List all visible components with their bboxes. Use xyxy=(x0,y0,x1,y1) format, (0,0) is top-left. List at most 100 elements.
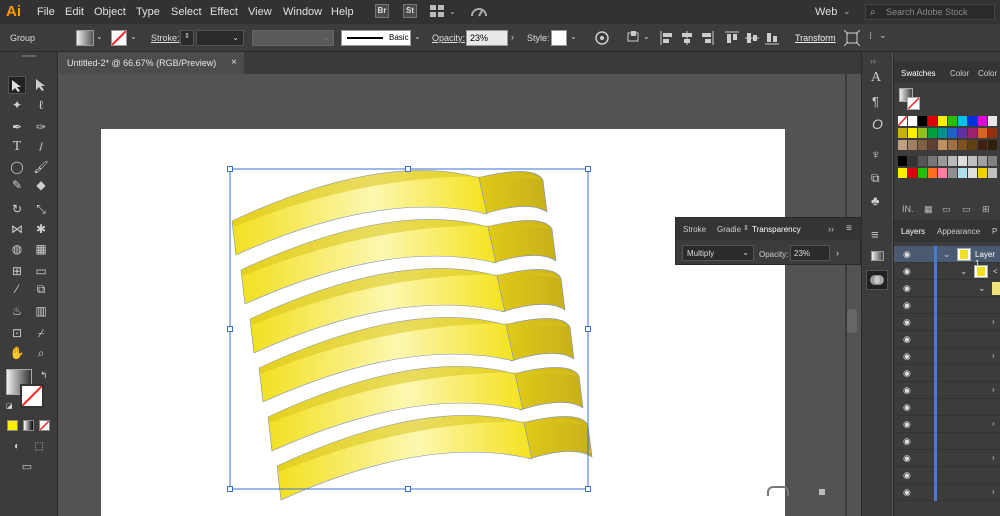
layer-row[interactable]: ◉ › xyxy=(894,314,1000,331)
screen-mode-icon[interactable]: ▭ xyxy=(18,458,36,476)
chevron-down-icon[interactable]: ⌄ xyxy=(978,283,986,294)
tab-options-icon[interactable]: ⇕ xyxy=(743,224,749,232)
transparency-panel-icon[interactable] xyxy=(866,270,888,290)
layer-row[interactable]: ◉ xyxy=(894,433,1000,450)
visibility-eye-icon[interactable]: ◉ xyxy=(903,351,911,362)
layer-row[interactable]: ◉ xyxy=(894,365,1000,382)
layer-row[interactable]: ◉ xyxy=(894,467,1000,484)
ellipse-tool-icon[interactable]: ◯ xyxy=(8,158,26,176)
zoom-tool-icon[interactable]: ⌕ xyxy=(32,344,50,362)
line-segment-tool-icon[interactable]: / xyxy=(32,138,50,156)
align-horizontal-center-icon[interactable] xyxy=(680,31,694,48)
align-vertical-center-icon[interactable] xyxy=(745,31,759,48)
shaper-tool-icon[interactable]: ✎ xyxy=(8,176,26,194)
swatch[interactable] xyxy=(978,116,987,126)
gpu-performance-icon[interactable] xyxy=(470,4,488,23)
visibility-eye-icon[interactable]: ◉ xyxy=(903,470,911,481)
default-fill-stroke-icon[interactable]: ◪ xyxy=(6,402,13,410)
tab-stroke[interactable]: Stroke xyxy=(683,225,706,234)
eyedropper-tool-icon[interactable]: ⁄ xyxy=(8,280,26,298)
swatch[interactable] xyxy=(898,156,907,166)
recolor-artwork-icon[interactable] xyxy=(594,30,610,49)
magic-wand-tool-icon[interactable]: ✦ xyxy=(8,96,26,114)
column-graph-tool-icon[interactable]: ▥ xyxy=(32,302,50,320)
tab-swatches[interactable]: Swatches xyxy=(901,69,936,78)
canvas-area[interactable] xyxy=(59,74,857,516)
swatch[interactable] xyxy=(948,168,957,178)
stock-icon[interactable]: St xyxy=(403,4,417,18)
swatch[interactable] xyxy=(918,116,927,126)
swatch[interactable] xyxy=(928,156,937,166)
layer-row[interactable]: ◉ › xyxy=(894,484,1000,501)
paragraph-panel-icon[interactable]: ¶ xyxy=(872,94,879,109)
menu-type[interactable]: Type xyxy=(136,6,160,18)
swatch[interactable] xyxy=(938,140,947,150)
chevron-right-icon[interactable]: › xyxy=(992,317,995,326)
swatch[interactable] xyxy=(948,128,957,138)
swatch[interactable] xyxy=(898,168,907,178)
chevron-down-icon[interactable]: ⌄ xyxy=(943,249,951,260)
paintbrush-tool-icon[interactable]: 🖌 xyxy=(32,158,50,176)
layer-row[interactable]: ◉ › xyxy=(894,450,1000,467)
layer-row[interactable]: ◉ › xyxy=(894,416,1000,433)
direct-selection-tool-icon[interactable] xyxy=(32,76,50,94)
visibility-eye-icon[interactable]: ◉ xyxy=(903,453,911,464)
align-to-icon[interactable] xyxy=(627,30,641,47)
close-tab-icon[interactable]: × xyxy=(231,57,237,68)
align-top-icon[interactable] xyxy=(725,31,739,48)
visibility-eye-icon[interactable]: ◉ xyxy=(903,385,911,396)
swatch[interactable] xyxy=(908,116,917,126)
swatches-stroke-box[interactable] xyxy=(907,97,920,110)
control-bar-menu-icon[interactable]: ⁝ xyxy=(869,31,872,42)
menu-help[interactable]: Help xyxy=(331,6,354,18)
swatch[interactable] xyxy=(908,168,917,178)
visibility-eye-icon[interactable]: ◉ xyxy=(903,283,911,294)
none-mode-icon[interactable] xyxy=(39,420,50,431)
width-tool-icon[interactable]: ⋈ xyxy=(8,220,26,238)
workspace-switcher[interactable]: Web xyxy=(815,6,837,18)
swatch[interactable] xyxy=(978,140,987,150)
swap-fill-stroke-icon[interactable]: ↰ xyxy=(40,370,48,381)
layer-row[interactable]: ◉ ⌄ xyxy=(894,280,1000,297)
chevron-right-icon[interactable]: › xyxy=(992,351,995,360)
swatch[interactable] xyxy=(898,140,907,150)
swatch[interactable] xyxy=(988,128,997,138)
layer-row[interactable]: ◉ ⌄ < xyxy=(894,263,1000,280)
swatch[interactable] xyxy=(918,128,927,138)
puppet-warp-tool-icon[interactable]: ✱ xyxy=(32,220,50,238)
swatch-grid[interactable] xyxy=(898,116,1000,191)
draw-mode-icon[interactable]: ⬚ xyxy=(30,438,48,456)
swatch[interactable] xyxy=(968,168,977,178)
visibility-eye-icon[interactable]: ◉ xyxy=(903,334,911,345)
chevron-down-icon[interactable]: ⌄ xyxy=(449,7,456,16)
symbol-sprayer-tool-icon[interactable]: ♨ xyxy=(8,302,26,320)
visibility-eye-icon[interactable]: ◉ xyxy=(903,487,911,498)
chevron-down-icon[interactable]: ⌄ xyxy=(414,32,421,41)
swatch[interactable] xyxy=(948,156,957,166)
tab-layers[interactable]: Layers xyxy=(901,227,925,236)
opacity-input[interactable]: 23% xyxy=(790,245,830,261)
swatch[interactable] xyxy=(948,116,957,126)
panel-menu-icon[interactable]: ≡ xyxy=(846,223,852,234)
stroke-weight-stepper[interactable]: ⇕ xyxy=(180,30,194,46)
chevron-down-icon[interactable]: ⌄ xyxy=(130,32,137,41)
swatch[interactable] xyxy=(898,128,907,138)
image-trace-icon[interactable]: ⧉ xyxy=(871,171,880,186)
swatch[interactable] xyxy=(968,128,977,138)
chevron-right-icon[interactable]: › xyxy=(992,419,995,428)
chevron-right-icon[interactable]: › xyxy=(992,385,995,394)
scrollbar-thumb[interactable] xyxy=(847,309,857,333)
draw-normal-icon[interactable]: ◐ xyxy=(8,438,26,456)
stock-search-input[interactable]: ⌕ Search Adobe Stock xyxy=(865,4,995,20)
fill-swatch[interactable] xyxy=(76,30,94,46)
tab-appearance[interactable]: Appearance xyxy=(937,227,980,236)
swatch[interactable] xyxy=(968,140,977,150)
menu-object[interactable]: Object xyxy=(94,6,126,18)
gradient-panel-icon[interactable] xyxy=(871,251,884,261)
scale-tool-icon[interactable]: ⤡ xyxy=(32,200,50,218)
artboard[interactable] xyxy=(101,129,785,516)
selection-tool-icon[interactable] xyxy=(8,76,26,94)
layer-row[interactable]: ◉ xyxy=(894,399,1000,416)
gradient-mode-icon[interactable] xyxy=(23,420,34,431)
swatch[interactable] xyxy=(928,140,937,150)
